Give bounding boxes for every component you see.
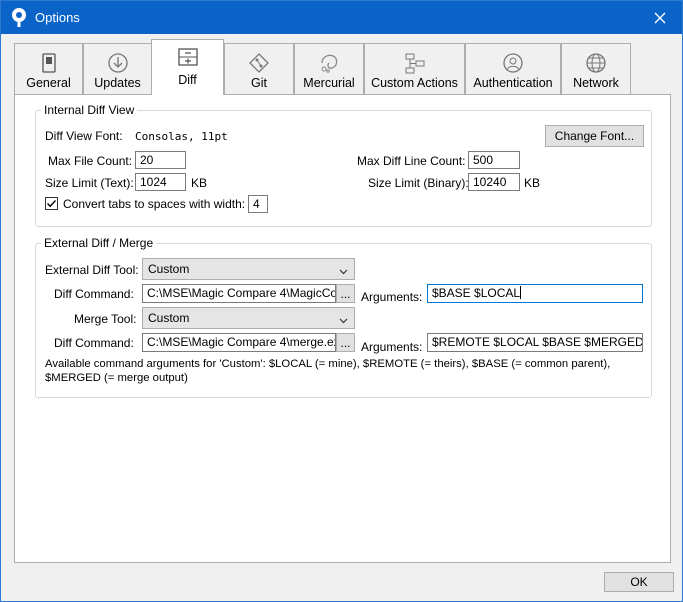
mercurial-icon xyxy=(318,52,340,74)
tab-label: Git xyxy=(251,76,267,90)
user-circle-icon xyxy=(502,52,524,74)
merge-tool-label: Merge Tool: xyxy=(74,312,137,326)
group-title: Internal Diff View xyxy=(41,103,138,117)
diff-arguments-label: Arguments: xyxy=(361,290,423,304)
ok-button[interactable]: OK xyxy=(604,572,674,592)
max-file-count-label: Max File Count: xyxy=(48,154,133,168)
group-title: External Diff / Merge xyxy=(41,236,157,250)
diff-settings-panel: Internal Diff View Diff View Font: Conso… xyxy=(14,94,671,563)
external-diff-tool-value: Custom xyxy=(148,262,190,276)
diff-view-font-label: Diff View Font: xyxy=(45,129,123,143)
internal-diff-view-group: Internal Diff View Diff View Font: Conso… xyxy=(35,103,652,227)
convert-tabs-label: Convert tabs to spaces with width: xyxy=(63,197,246,211)
diff-arguments-value: $BASE $LOCAL xyxy=(432,286,521,300)
size-limit-text-label: Size Limit (Text): xyxy=(45,176,134,190)
max-file-count-input[interactable]: 20 xyxy=(135,151,186,169)
window-title: Options xyxy=(35,10,80,25)
merge-tool-value: Custom xyxy=(148,311,190,325)
tab-mercurial[interactable]: Mercurial xyxy=(294,43,364,94)
close-button[interactable] xyxy=(637,1,682,34)
tab-updates[interactable]: Updates xyxy=(83,43,152,94)
merge-command-browse-button[interactable]: ... xyxy=(336,333,355,352)
options-window: Options General Updates Diff Git Mercuri… xyxy=(0,0,683,602)
diff-command-browse-button[interactable]: ... xyxy=(336,284,355,303)
merge-command-label: Diff Command: xyxy=(54,336,134,350)
tab-network[interactable]: Network xyxy=(561,43,631,94)
tab-label: Authentication xyxy=(473,76,553,90)
external-diff-merge-group: External Diff / Merge External Diff Tool… xyxy=(35,236,652,398)
change-font-button[interactable]: Change Font... xyxy=(545,125,644,147)
size-limit-binary-unit: KB xyxy=(524,176,541,190)
external-diff-tool-label: External Diff Tool: xyxy=(45,263,139,277)
checkmark-icon xyxy=(47,200,57,208)
flowchart-icon xyxy=(404,52,426,74)
tab-diff[interactable]: Diff xyxy=(151,39,224,95)
size-limit-binary-label: Size Limit (Binary): xyxy=(368,176,469,190)
tab-label: Network xyxy=(573,76,619,90)
text-caret xyxy=(520,286,522,299)
tab-general[interactable]: General xyxy=(14,43,83,94)
merge-tool-select[interactable]: Custom xyxy=(142,307,355,329)
diff-command-label: Diff Command: xyxy=(54,287,134,301)
diff-plus-minus-icon xyxy=(177,46,199,68)
git-diamond-icon xyxy=(248,52,270,74)
size-limit-text-input[interactable]: 1024 xyxy=(135,173,186,191)
merge-arguments-input[interactable]: $REMOTE $LOCAL $BASE $MERGED xyxy=(427,333,643,352)
size-limit-text-unit: KB xyxy=(191,176,208,190)
globe-icon xyxy=(585,52,607,74)
tab-label: Custom Actions xyxy=(371,76,458,90)
tab-authentication[interactable]: Authentication xyxy=(465,43,561,94)
sourcetree-app-icon xyxy=(10,7,28,27)
external-diff-tool-select[interactable]: Custom xyxy=(142,258,355,280)
tab-width-input[interactable]: 4 xyxy=(248,195,268,213)
merge-command-input[interactable]: C:\MSE\Magic Compare 4\merge.ex xyxy=(142,333,336,352)
command-arguments-help: Available command arguments for 'Custom'… xyxy=(45,358,611,370)
merge-arguments-label: Arguments: xyxy=(361,340,423,354)
convert-tabs-checkbox[interactable] xyxy=(45,197,58,210)
tab-label: Diff xyxy=(178,73,197,87)
tab-label: Mercurial xyxy=(303,76,355,90)
tab-git[interactable]: Git xyxy=(224,43,294,94)
max-diff-line-count-input[interactable]: 500 xyxy=(468,151,520,169)
diff-command-input[interactable]: C:\MSE\Magic Compare 4\MagicCo xyxy=(142,284,336,303)
command-arguments-help-continued: $MERGED (= merge output) xyxy=(45,372,188,384)
max-diff-line-count-label: Max Diff Line Count: xyxy=(357,154,466,168)
size-limit-binary-input[interactable]: 10240 xyxy=(468,173,520,191)
diff-view-font-value: Consolas, 11pt xyxy=(135,130,228,143)
download-circle-icon xyxy=(107,52,129,74)
diff-arguments-input[interactable]: $BASE $LOCAL xyxy=(427,284,643,303)
title-bar: Options xyxy=(1,1,682,34)
close-icon xyxy=(654,12,665,23)
chevron-down-icon xyxy=(339,313,348,327)
toggle-switch-icon xyxy=(38,52,60,74)
chevron-down-icon xyxy=(339,264,348,278)
tab-label: Updates xyxy=(94,76,141,90)
tab-custom-actions[interactable]: Custom Actions xyxy=(364,43,465,94)
tab-label: General xyxy=(26,76,71,90)
